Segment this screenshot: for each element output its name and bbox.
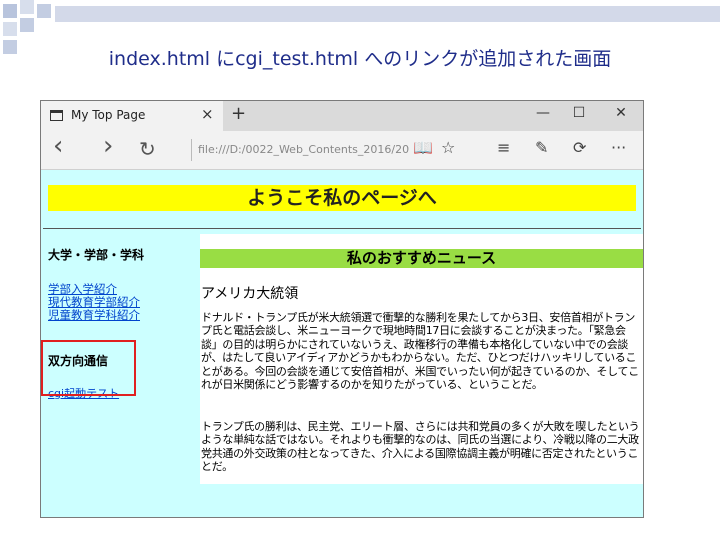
highlight-box xyxy=(41,340,136,396)
decor-square xyxy=(37,4,51,18)
forward-icon[interactable]: › xyxy=(103,131,113,161)
page-icon xyxy=(50,110,63,121)
hub-icon[interactable]: ≡ xyxy=(497,138,510,157)
close-window-icon[interactable]: ✕ xyxy=(611,105,631,121)
share-icon[interactable]: ⟳ xyxy=(573,138,586,157)
news-paragraph-2: トランプ氏の勝利は、民主党、エリート層、さらには共和党員の多くが大敗を喫したとい… xyxy=(201,420,640,474)
reading-view-icon[interactable]: 📖 xyxy=(413,138,433,157)
tab-my-top-page[interactable]: My Top Page × xyxy=(41,101,223,131)
favorite-icon[interactable]: ☆ xyxy=(441,138,455,157)
tab-title: My Top Page xyxy=(71,108,146,122)
decor-square xyxy=(20,18,34,32)
minimize-icon[interactable]: — xyxy=(533,105,553,121)
slide-title: index.html にcgi_test.html へのリンクが追加された画面 xyxy=(108,48,612,70)
decor-square xyxy=(20,0,34,14)
back-icon[interactable]: ‹ xyxy=(53,131,63,161)
navigation-bar: ‹ › ↻ file:///D:/0022_Web_Contents_2016/… xyxy=(41,131,643,170)
web-note-icon[interactable]: ✎ xyxy=(535,138,548,157)
welcome-banner: ようこそ私のページへ xyxy=(48,185,636,211)
sidebar-heading-university: 大学・学部・学科 xyxy=(48,248,145,262)
decor-square xyxy=(3,22,17,36)
page-content: ようこそ私のページへ 大学・学部・学科 学部入学紹介 現代教育学部紹介 児童教育… xyxy=(41,170,643,517)
tab-bar: My Top Page × + — ☐ ✕ xyxy=(41,101,643,131)
header-bar xyxy=(55,6,720,22)
maximize-icon[interactable]: ☐ xyxy=(569,105,589,121)
news-heading: 私のおすすめニュース xyxy=(200,249,643,268)
close-tab-icon[interactable]: × xyxy=(201,105,214,123)
address-bar[interactable]: file:///D:/0022_Web_Contents_2016/20 xyxy=(191,139,420,161)
news-title: アメリカ大統領 xyxy=(201,286,299,302)
decor-square xyxy=(3,4,17,18)
more-icon[interactable]: ··· xyxy=(611,138,626,157)
news-paragraph-1: ドナルド・トランプ氏が米大統領選で衝撃的な勝利を果たしてから3日、安倍首相がトラ… xyxy=(201,311,639,392)
divider xyxy=(43,228,641,229)
sidebar-link-department[interactable]: 児童教育学科紹介 xyxy=(48,309,198,322)
news-panel: 私のおすすめニュース アメリカ大統領 ドナルド・トランプ氏が米大統領選で衝撃的な… xyxy=(200,234,643,484)
browser-window: My Top Page × + — ☐ ✕ ‹ › ↻ file:///D:/0… xyxy=(40,100,644,518)
refresh-icon[interactable]: ↻ xyxy=(139,137,156,161)
new-tab-icon[interactable]: + xyxy=(231,103,246,124)
